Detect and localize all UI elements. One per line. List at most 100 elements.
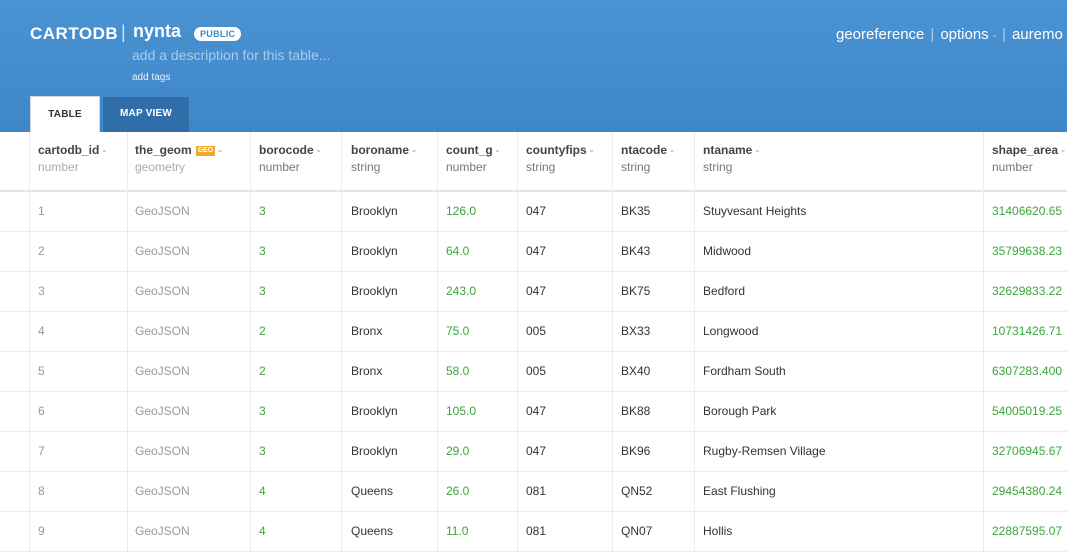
cell-cartodb-id[interactable]: 4 [38,324,45,338]
table-row[interactable]: 3 GeoJSON 3 Brooklyn 243.0 047 BK75 Bedford 3262… [0,271,1067,312]
cell-cartodb-id[interactable]: 3 [38,284,45,298]
column-header-cartodb-id[interactable]: cartodb_id - number [38,143,106,174]
cell-ntacode[interactable]: BK88 [621,404,650,418]
cell-count-g[interactable]: 75.0 [446,324,469,338]
cell-the-geom[interactable]: GeoJSON [135,324,190,338]
description-placeholder[interactable]: add a description for this table... [132,47,330,63]
cell-the-geom[interactable]: GeoJSON [135,444,190,458]
user-menu[interactable]: auremo [1012,26,1063,43]
cell-ntacode[interactable]: BK75 [621,284,650,298]
cell-borocode[interactable]: 3 [259,204,266,218]
cell-ntaname[interactable]: Rugby-Remsen Village [703,444,826,458]
column-header-count-g[interactable]: count_g - number [446,143,500,174]
cell-borocode[interactable]: 2 [259,364,266,378]
cell-ntacode[interactable]: BX33 [621,324,650,338]
cell-boroname[interactable]: Brooklyn [351,284,398,298]
cell-cartodb-id[interactable]: 7 [38,444,45,458]
cell-countyfips[interactable]: 047 [526,204,546,218]
column-header-ntacode[interactable]: ntacode - string [621,143,674,174]
column-options-icon[interactable]: - [755,143,759,157]
table-row[interactable]: 9 GeoJSON 4 Queens 11.0 081 QN07 Hollis 22887595… [0,511,1067,552]
cell-countyfips[interactable]: 005 [526,364,546,378]
column-header-ntaname[interactable]: ntaname - string [703,143,759,174]
cell-count-g[interactable]: 243.0 [446,284,476,298]
cell-boroname[interactable]: Queens [351,484,393,498]
column-options-icon[interactable]: - [496,143,500,157]
column-header-boroname[interactable]: boroname - string [351,143,416,174]
cell-shape-area[interactable]: 22887595.07 [992,524,1062,538]
table-row[interactable]: 8 GeoJSON 4 Queens 26.0 081 QN52 East Flushing 2… [0,471,1067,512]
column-header-shape-area[interactable]: shape_area - number [992,143,1065,174]
cell-ntacode[interactable]: BK96 [621,444,650,458]
cell-countyfips[interactable]: 081 [526,524,546,538]
cell-cartodb-id[interactable]: 5 [38,364,45,378]
cell-ntacode[interactable]: BX40 [621,364,650,378]
add-tags-link[interactable]: add tags [132,72,170,83]
cell-the-geom[interactable]: GeoJSON [135,484,190,498]
cell-ntaname[interactable]: Hollis [703,524,732,538]
cell-the-geom[interactable]: GeoJSON [135,404,190,418]
cell-count-g[interactable]: 126.0 [446,204,476,218]
column-header-the-geom[interactable]: the_geom GEO - geometry [135,143,222,174]
column-options-icon[interactable]: - [102,143,106,157]
cell-countyfips[interactable]: 047 [526,444,546,458]
cell-ntaname[interactable]: East Flushing [703,484,776,498]
column-options-icon[interactable]: - [412,143,416,157]
cell-boroname[interactable]: Brooklyn [351,404,398,418]
tab-map-view[interactable]: MAP VIEW [103,97,189,132]
cell-the-geom[interactable]: GeoJSON [135,204,190,218]
cell-shape-area[interactable]: 32706945.67 [992,444,1062,458]
cell-borocode[interactable]: 3 [259,404,266,418]
cell-countyfips[interactable]: 047 [526,284,546,298]
cell-boroname[interactable]: Brooklyn [351,204,398,218]
cell-count-g[interactable]: 105.0 [446,404,476,418]
column-options-icon[interactable]: - [317,143,321,157]
cell-cartodb-id[interactable]: 6 [38,404,45,418]
table-row[interactable]: 2 GeoJSON 3 Brooklyn 64.0 047 BK43 Midwood 35799… [0,231,1067,272]
cell-the-geom[interactable]: GeoJSON [135,364,190,378]
cell-ntaname[interactable]: Borough Park [703,404,776,418]
cell-shape-area[interactable]: 6307283.400 [992,364,1062,378]
table-row[interactable]: 6 GeoJSON 3 Brooklyn 105.0 047 BK88 Borough Par… [0,391,1067,432]
cell-ntacode[interactable]: QN07 [621,524,652,538]
table-row[interactable]: 7 GeoJSON 3 Brooklyn 29.0 047 BK96 Rugby-Remsen… [0,431,1067,472]
cell-the-geom[interactable]: GeoJSON [135,284,190,298]
table-row[interactable]: 5 GeoJSON 2 Bronx 58.0 005 BX40 Fordham South 63… [0,351,1067,392]
cell-cartodb-id[interactable]: 9 [38,524,45,538]
cell-shape-area[interactable]: 32629833.22 [992,284,1062,298]
cell-boroname[interactable]: Brooklyn [351,244,398,258]
cell-boroname[interactable]: Brooklyn [351,444,398,458]
column-options-icon[interactable]: - [218,143,222,157]
cell-shape-area[interactable]: 29454380.24 [992,484,1062,498]
cell-ntacode[interactable]: QN52 [621,484,652,498]
cell-ntaname[interactable]: Bedford [703,284,745,298]
cell-ntacode[interactable]: BK43 [621,244,650,258]
cell-borocode[interactable]: 2 [259,324,266,338]
cell-borocode[interactable]: 4 [259,524,266,538]
cell-cartodb-id[interactable]: 2 [38,244,45,258]
table-name[interactable]: nynta [133,21,181,42]
cell-boroname[interactable]: Bronx [351,364,382,378]
cell-borocode[interactable]: 3 [259,444,266,458]
cell-boroname[interactable]: Bronx [351,324,382,338]
table-row[interactable]: 4 GeoJSON 2 Bronx 75.0 005 BX33 Longwood 1073142… [0,311,1067,352]
cell-shape-area[interactable]: 31406620.65 [992,204,1062,218]
cell-the-geom[interactable]: GeoJSON [135,524,190,538]
cell-cartodb-id[interactable]: 8 [38,484,45,498]
column-header-borocode[interactable]: borocode - number [259,143,321,174]
cell-countyfips[interactable]: 005 [526,324,546,338]
table-row[interactable]: 1 GeoJSON 3 Brooklyn 126.0 047 BK35 Stuyvesant … [0,191,1067,232]
cell-shape-area[interactable]: 35799638.23 [992,244,1062,258]
cell-count-g[interactable]: 58.0 [446,364,469,378]
cell-countyfips[interactable]: 047 [526,404,546,418]
cartodb-logo[interactable]: CARTODB [30,24,118,44]
options-menu[interactable]: options - [940,26,996,43]
cell-ntaname[interactable]: Midwood [703,244,751,258]
cell-ntaname[interactable]: Fordham South [703,364,786,378]
cell-count-g[interactable]: 64.0 [446,244,469,258]
cell-count-g[interactable]: 29.0 [446,444,469,458]
column-options-icon[interactable]: - [670,143,674,157]
column-options-icon[interactable]: - [1061,143,1065,157]
privacy-badge[interactable]: PUBLIC [194,27,242,41]
column-options-icon[interactable]: - [590,143,594,157]
